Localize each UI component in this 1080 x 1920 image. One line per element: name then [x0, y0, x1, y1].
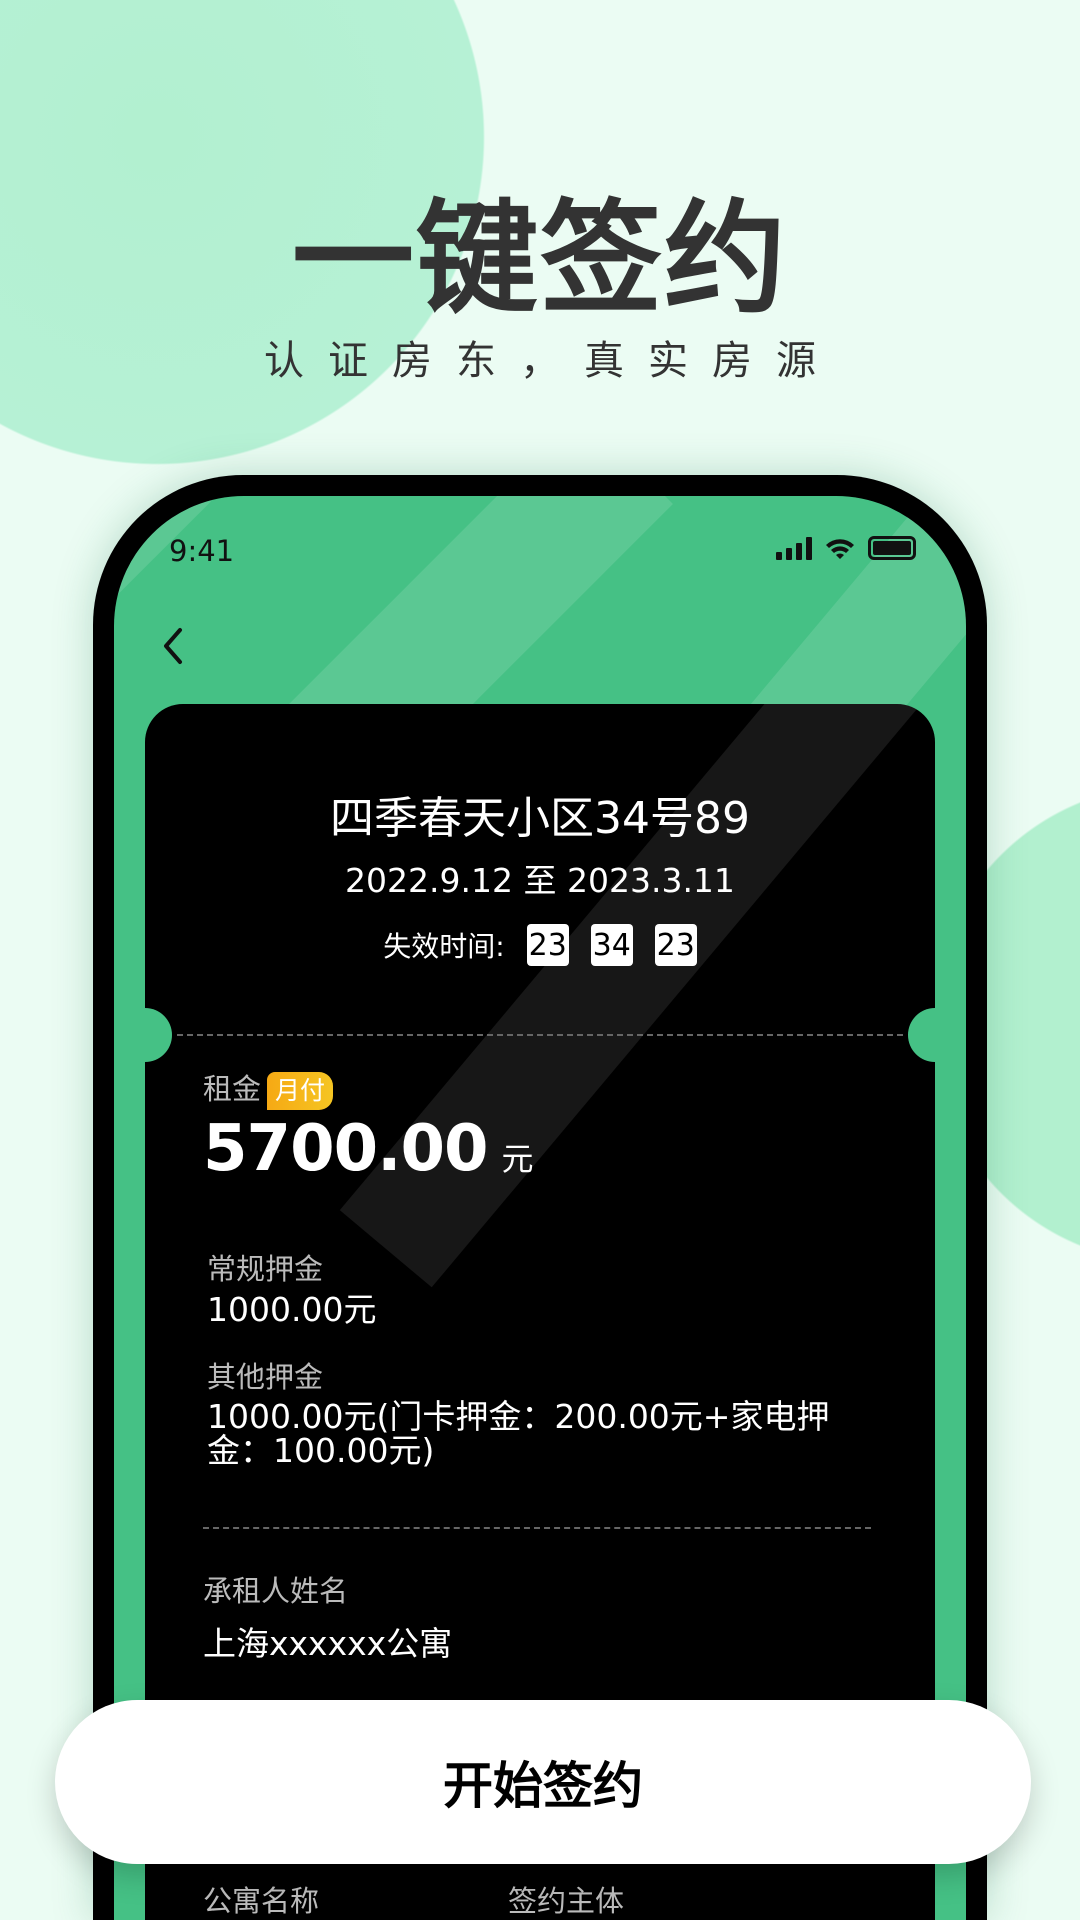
- payment-badge: 月付: [267, 1072, 334, 1110]
- decor-stripe: [114, 496, 212, 714]
- rent-unit: 元: [501, 1140, 534, 1178]
- countdown-hours: 23: [526, 924, 569, 966]
- other-deposit-label: 其他押金: [207, 1360, 324, 1394]
- rent-label-text: 租金: [203, 1072, 262, 1106]
- deposit-label: 常规押金: [207, 1252, 324, 1286]
- divider: [203, 1527, 871, 1529]
- status-time: 9:41: [169, 534, 235, 568]
- countdown-minutes: 34: [590, 924, 633, 966]
- battery-icon: [868, 536, 916, 560]
- start-sign-button[interactable]: 开始签约: [55, 1700, 1031, 1864]
- hero-subtitle: 认证房东，真实房源: [264, 338, 840, 384]
- other-deposit-value: 1000.00元(门卡押金：200.00元+家电押金：100.00元): [207, 1397, 830, 1470]
- expiry-label: 失效时间:: [383, 930, 505, 963]
- chevron-left-icon[interactable]: [154, 626, 194, 666]
- wifi-icon: [826, 539, 854, 559]
- rent-label: 租金 月付: [203, 1072, 334, 1110]
- ticket-notch: [908, 1008, 935, 1062]
- signal-icon: [776, 536, 812, 560]
- signer-label: 签约主体: [508, 1884, 625, 1918]
- rent-amount: 5700.00 元: [203, 1112, 534, 1186]
- divider: [177, 1034, 903, 1036]
- lease-period: 2022.9.12 至 2023.3.11: [345, 861, 735, 900]
- ticket-notch: [145, 1008, 172, 1062]
- tenant-label: 承租人姓名: [203, 1574, 349, 1608]
- tenant-value: 上海xxxxxx公寓: [203, 1624, 453, 1663]
- expiry-countdown: 失效时间: 23 34 23: [145, 924, 935, 966]
- status-icons: [776, 536, 916, 560]
- deposit-value: 1000.00元: [207, 1290, 377, 1329]
- property-name: 四季春天小区34号89: [330, 793, 750, 844]
- apartment-label: 公寓名称: [203, 1884, 320, 1918]
- rent-value: 5700.00: [203, 1112, 488, 1186]
- countdown-seconds: 23: [654, 924, 697, 966]
- hero-title: 一键签约: [292, 188, 788, 330]
